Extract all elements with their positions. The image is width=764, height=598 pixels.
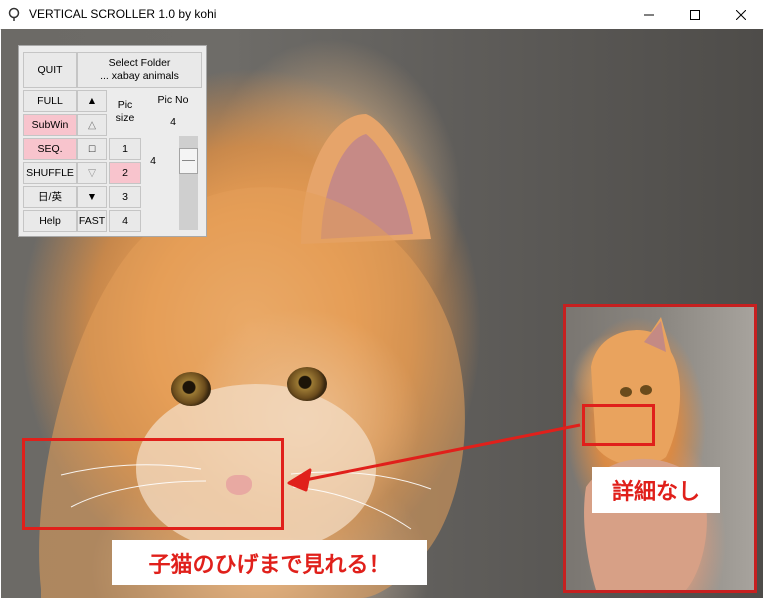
- pic-size-4-button[interactable]: 4: [109, 210, 141, 232]
- scroll-down-fast-button[interactable]: ▼: [77, 186, 107, 208]
- slider-value: 4: [150, 154, 156, 167]
- help-button[interactable]: Help: [23, 210, 77, 232]
- app-icon: [8, 7, 20, 21]
- title-bar: VERTICAL SCROLLER 1.0 by kohi: [0, 0, 764, 30]
- select-folder-button[interactable]: Select Folder ... xabay animals: [77, 52, 202, 88]
- shuffle-button[interactable]: SHUFFLE: [23, 162, 77, 184]
- scroll-up-button[interactable]: △: [77, 114, 107, 136]
- pic-size-1-button[interactable]: 1: [109, 138, 141, 160]
- close-icon: [736, 9, 746, 20]
- inset-highlight-box: [582, 404, 655, 446]
- pic-size-3-button[interactable]: 3: [109, 186, 141, 208]
- seq-button[interactable]: SEQ.: [23, 138, 77, 160]
- fast-button[interactable]: FAST: [77, 210, 107, 232]
- close-button[interactable]: [718, 0, 764, 29]
- kitten-left-eye: [171, 372, 211, 406]
- maximize-button[interactable]: [672, 0, 718, 29]
- main-caption: 子猫のひげまで見れる！: [112, 540, 427, 585]
- inset-kitten-photo: [584, 317, 707, 590]
- scroll-down-button[interactable]: ▽: [77, 162, 107, 184]
- pic-no-value: 4: [170, 115, 176, 128]
- window-title: VERTICAL SCROLLER 1.0 by kohi: [29, 7, 217, 21]
- select-folder-label: Select Folder: [108, 57, 171, 69]
- pic-size-2-button[interactable]: 2: [109, 162, 141, 184]
- maximize-icon: [690, 9, 700, 20]
- inset-caption: 詳細なし: [592, 467, 720, 513]
- comparison-inset-image: [563, 304, 757, 593]
- kitten-right-eye: [287, 367, 327, 401]
- pic-no-label: Pic No: [157, 93, 189, 106]
- quit-button[interactable]: QUIT: [23, 52, 77, 88]
- minimize-button[interactable]: [626, 0, 672, 29]
- scroll-up-fast-button[interactable]: ▲: [77, 90, 107, 112]
- full-button[interactable]: FULL: [23, 90, 77, 112]
- pic-size-label: Pic size: [115, 99, 135, 124]
- control-panel: QUIT Select Folder ... xabay animals FUL…: [18, 45, 207, 237]
- subwin-button[interactable]: SubWin: [23, 114, 77, 136]
- language-toggle-button[interactable]: 日/英: [23, 186, 77, 208]
- minimize-icon: [644, 14, 654, 15]
- stop-button[interactable]: □: [77, 138, 107, 160]
- whisker-highlight-box: [22, 438, 284, 530]
- pic-no-slider-thumb[interactable]: [179, 148, 198, 174]
- folder-name: ... xabay animals: [100, 70, 179, 82]
